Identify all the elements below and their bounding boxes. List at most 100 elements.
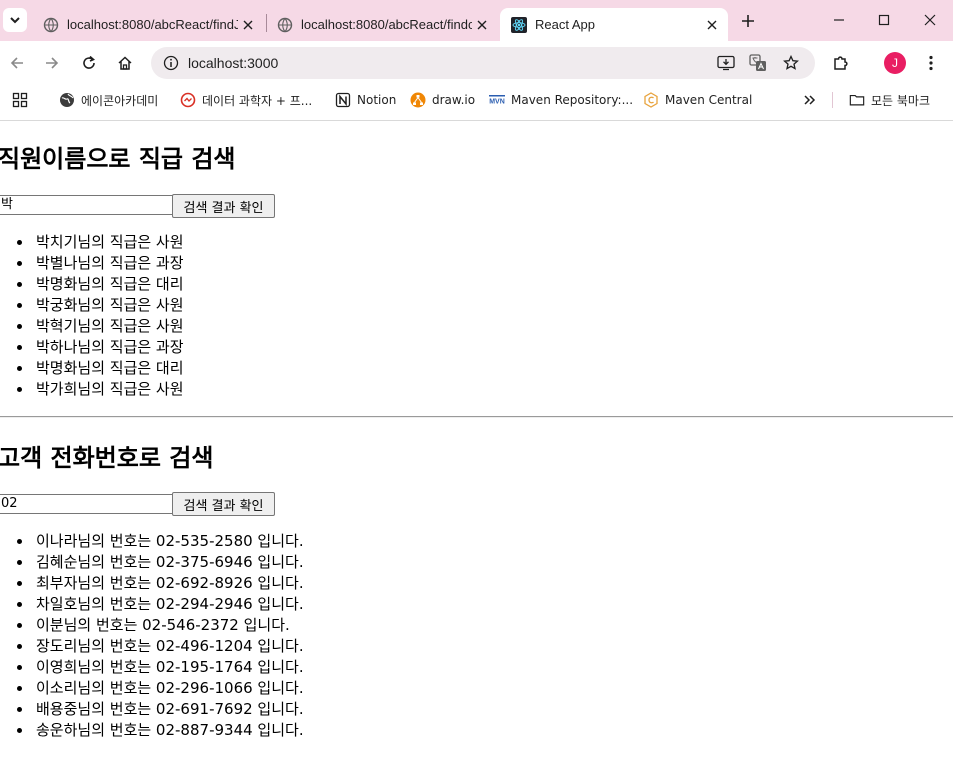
notion-icon — [335, 92, 351, 108]
reload-icon — [83, 55, 95, 69]
customer-result-item: 이소리님의 번호는 02-296-1066 입니다. — [0, 678, 304, 699]
bookmark-label: 데이터 과학자 + 프... — [202, 93, 313, 108]
arrow-left-icon — [10, 57, 23, 69]
employee-result-item: 박치기님의 직급은 사원 — [0, 232, 184, 253]
tab-strip: localhost:8080/abcReact/findJ localhost:… — [0, 0, 953, 41]
customer-phone-input[interactable]: 02 — [0, 494, 176, 514]
customer-result-item: 이나라님의 번호는 02-535-2580 입니다. — [0, 531, 304, 552]
browser-toolbar: localhost:3000 J — [0, 41, 953, 85]
customer-search-button[interactable]: 검색 결과 확인 — [172, 492, 275, 516]
more-bookmarks-button[interactable] — [802, 90, 824, 110]
close-icon[interactable] — [472, 15, 492, 35]
customer-results-list: 이나라님의 번호는 02-535-2580 입니다. 김혜순님의 번호는 02-… — [0, 531, 304, 741]
apps-grid-icon — [12, 92, 28, 108]
red-circle-icon — [180, 92, 196, 108]
address-bar[interactable]: localhost:3000 — [151, 47, 815, 79]
reload-button[interactable] — [77, 51, 101, 75]
customer-result-item: 송운하님의 번호는 02-887-9344 입니다. — [0, 720, 304, 741]
maximize-button[interactable] — [864, 6, 904, 34]
tab-2[interactable]: localhost:8080/abcReact/findc — [266, 8, 498, 41]
bookmark-star-button[interactable] — [779, 51, 803, 75]
bookmark-label: Notion — [357, 93, 397, 107]
all-bookmarks-button[interactable]: 모든 북마크 — [849, 90, 930, 110]
close-icon[interactable] — [238, 15, 258, 35]
bookmark-drawio[interactable]: draw.io — [410, 90, 475, 110]
minimize-button[interactable] — [819, 6, 859, 34]
employee-result-item: 박혁기님의 직급은 사원 — [0, 316, 184, 337]
customer-result-item: 이영희님의 번호는 02-195-1764 입니다. — [0, 657, 304, 678]
customer-result-item: 이분님의 번호는 02-546-2372 입니다. — [0, 615, 304, 636]
globe-icon — [43, 17, 59, 33]
bookmark-label: draw.io — [432, 93, 476, 107]
folder-icon — [849, 92, 865, 108]
bookmark-label: Maven Central — [665, 93, 753, 107]
bookmark-notion[interactable]: Notion — [335, 90, 396, 110]
employee-result-item: 박별나님의 직급은 과장 — [0, 253, 184, 274]
employee-name-input[interactable]: 박 — [0, 195, 176, 215]
menu-button[interactable] — [919, 51, 943, 75]
section-divider — [0, 416, 953, 418]
plus-icon — [742, 15, 754, 27]
employee-search-button[interactable]: 검색 결과 확인 — [172, 194, 275, 218]
info-icon[interactable] — [163, 55, 179, 71]
customer-result-item: 김혜순님의 번호는 02-375-6946 입니다. — [0, 552, 304, 573]
home-icon — [118, 56, 132, 70]
tab-title: React App — [535, 17, 595, 32]
maven-central-icon — [643, 92, 659, 108]
react-icon — [511, 16, 527, 33]
tab-title: localhost:8080/abcReact/findc — [301, 17, 472, 32]
bookmark-label: 에이콘아카데미 — [81, 93, 159, 108]
bookmarks-bar: 에이콘아카데미 데이터 과학자 + 프... Notion draw.io MV… — [0, 85, 953, 115]
drawio-icon — [410, 92, 426, 108]
forward-button[interactable] — [40, 51, 64, 75]
bookmark-label: 모든 북마크 — [871, 93, 931, 108]
star-icon — [783, 55, 799, 70]
address-url[interactable]: localhost:3000 — [188, 47, 278, 79]
back-button[interactable] — [5, 51, 29, 75]
translate-icon — [749, 54, 766, 71]
home-button[interactable] — [113, 51, 137, 75]
employee-result-item: 박명화님의 직급은 대리 — [0, 274, 184, 295]
minimize-icon — [834, 19, 844, 21]
bookmark-acorn-academy[interactable]: 에이콘아카데미 — [59, 90, 158, 110]
mvn-icon: MVN — [489, 92, 505, 108]
employee-result-item: 박궁화님의 직급은 사원 — [0, 295, 184, 316]
new-tab-button[interactable] — [736, 9, 760, 33]
bookmark-label: Maven Repository:... — [511, 93, 634, 107]
chevron-down-icon — [10, 17, 20, 24]
close-icon — [924, 14, 936, 26]
window-close-button[interactable] — [910, 6, 950, 34]
puzzle-icon — [834, 56, 848, 70]
bookmark-data-scientist[interactable]: 데이터 과학자 + 프... — [180, 90, 312, 110]
customer-result-item: 차일호님의 번호는 02-294-2946 입니다. — [0, 594, 304, 615]
employee-search-title: 직원이름으로 직급 검색 — [0, 145, 236, 173]
kebab-menu-icon — [929, 55, 933, 71]
svg-text:MVN: MVN — [489, 99, 505, 106]
bookmark-maven-repository[interactable]: MVN Maven Repository:... — [489, 90, 633, 110]
employee-result-item: 박하나님의 직급은 과장 — [0, 337, 184, 358]
profile-avatar[interactable]: J — [884, 52, 906, 74]
customer-result-item: 배용중님의 번호는 02-691-7692 입니다. — [0, 699, 304, 720]
maximize-icon — [878, 14, 890, 26]
tab-1[interactable]: localhost:8080/abcReact/findJ — [32, 8, 264, 41]
employee-result-item: 박가희님의 직급은 사원 — [0, 379, 184, 400]
translate-button[interactable] — [746, 51, 770, 75]
install-icon — [717, 55, 735, 71]
tab-title: localhost:8080/abcReact/findJ — [67, 17, 238, 32]
bookmark-maven-central[interactable]: Maven Central — [643, 90, 752, 110]
globe-icon — [59, 92, 75, 108]
apps-button[interactable] — [12, 90, 34, 110]
customer-search-title: 고객 전화번호로 검색 — [0, 444, 214, 472]
customer-result-item: 장도리님의 번호는 02-496-1204 입니다. — [0, 636, 304, 657]
double-chevron-right-icon — [802, 92, 818, 108]
arrow-right-icon — [46, 57, 59, 69]
globe-icon — [277, 17, 293, 33]
tab-3-active[interactable]: React App — [500, 8, 728, 41]
install-app-button[interactable] — [714, 51, 738, 75]
close-icon[interactable] — [702, 15, 722, 35]
extensions-button[interactable] — [829, 51, 853, 75]
customer-result-item: 최부자님의 번호는 02-692-8926 입니다. — [0, 573, 304, 594]
employee-results-list: 박치기님의 직급은 사원 박별나님의 직급은 과장 박명화님의 직급은 대리 박… — [0, 232, 184, 400]
tab-search-button[interactable] — [3, 8, 27, 32]
employee-result-item: 박명화님의 직급은 대리 — [0, 358, 184, 379]
